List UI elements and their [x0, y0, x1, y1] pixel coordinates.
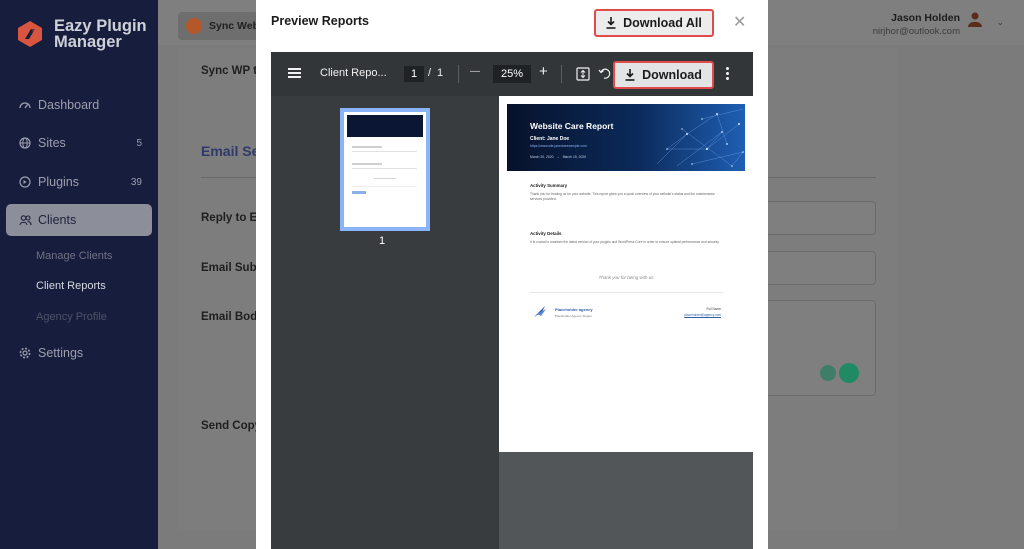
download-all-button[interactable]: Download All — [594, 9, 714, 37]
footer-divider — [530, 292, 723, 293]
sync-wp-label: Sync WP to — [201, 65, 265, 77]
contact-email: placeholder@agency.com — [684, 313, 721, 317]
pdf-toolbar: Client Repo... 1 / 1 — 25% + Download — [271, 52, 753, 96]
grammarly-icon[interactable] — [839, 363, 859, 383]
plugins-count: 39 — [130, 176, 142, 188]
report-url: https://www.site.janedoeexample.com — [530, 144, 587, 148]
sidebar-item-label: Plugins — [38, 175, 79, 189]
download-button[interactable]: Download — [613, 61, 714, 89]
email-subject-field[interactable] — [760, 251, 876, 285]
page-canvas: Website Care Report Client: Jane Doe htt… — [499, 96, 753, 549]
sites-count: 5 — [136, 137, 142, 149]
more-options-icon[interactable] — [726, 67, 730, 81]
preview-reports-modal: Preview Reports Download All ✕ Client Re… — [256, 0, 768, 549]
zoom-out-button[interactable]: — — [470, 66, 480, 77]
date-from: March 20, 2020 — [530, 155, 554, 159]
dashboard-icon — [18, 98, 32, 112]
agency-logo-icon — [532, 303, 548, 319]
download-label: Download — [642, 68, 702, 82]
email-settings-heading: Email Se — [201, 143, 260, 159]
close-icon[interactable]: ✕ — [733, 12, 746, 32]
modal-title: Preview Reports — [271, 14, 369, 28]
sync-icon — [186, 18, 202, 34]
page-thumbnail[interactable] — [340, 108, 430, 231]
sidebar: Eazy Plugin Manager Dashboard Sites 5 Pl… — [0, 0, 158, 549]
agency-slogan: Placeholder Agency Slogan — [555, 314, 592, 318]
sidebar-item-label: Settings — [38, 346, 84, 360]
thumbnail-hero — [347, 115, 423, 137]
page-total: 1 — [437, 67, 444, 79]
fit-page-icon[interactable] — [576, 67, 590, 81]
brand-logo[interactable]: Eazy Plugin Manager — [16, 18, 147, 50]
contact-name: Full Name — [706, 307, 721, 311]
sidebar-item-label: Clients — [38, 213, 77, 227]
zoom-in-button[interactable]: + — [539, 63, 548, 80]
plugin-icon — [18, 175, 32, 189]
activity-summary-body: Thank you for trusting us for your websi… — [530, 192, 715, 201]
menu-icon[interactable] — [288, 68, 301, 78]
brand-line-1: Eazy Plugin — [54, 17, 147, 35]
activity-summary-title: Activity Summary — [530, 183, 568, 188]
toolbar-divider — [458, 65, 459, 83]
avatar[interactable] — [966, 10, 984, 28]
user-name: Jason Holden — [891, 12, 960, 24]
brand-line-2: Manager — [54, 33, 122, 51]
sidebar-item-label: Sites — [38, 136, 66, 150]
sidebar-subitem-agency-profile[interactable]: Agency Profile — [36, 311, 107, 323]
activity-details-title: Activity Details — [530, 231, 562, 236]
document-title: Client Repo... — [320, 67, 387, 79]
sidebar-subitem-client-reports[interactable]: Client Reports — [36, 280, 106, 292]
page-number-input[interactable]: 1 — [404, 66, 424, 82]
divider — [201, 177, 256, 178]
sidebar-subitem-manage-clients[interactable]: Manage Clients — [36, 250, 112, 262]
thumbnail-page-number: 1 — [379, 235, 386, 247]
reply-to-email-field[interactable] — [760, 201, 876, 235]
date-to: March 15, 2020 — [562, 155, 587, 159]
user-email: nirjhor@outlook.com — [872, 26, 960, 37]
globe-icon — [18, 136, 32, 150]
download-all-label: Download All — [623, 16, 702, 30]
zoom-input[interactable]: 25% — [493, 65, 531, 83]
email-body-field[interactable] — [760, 300, 876, 396]
thumbnail-panel: 1 — [271, 96, 499, 549]
sidebar-item-settings[interactable]: Settings — [6, 337, 152, 369]
sidebar-item-dashboard[interactable]: Dashboard — [6, 89, 152, 121]
pdf-viewer: Client Repo... 1 / 1 — 25% + Download 1 … — [271, 52, 753, 549]
logo-icon — [16, 20, 44, 48]
download-icon — [625, 69, 635, 81]
lightbulb-icon[interactable] — [820, 365, 836, 381]
user-menu[interactable]: Jason Holden nirjhor@outlook.com ⌄ — [873, 12, 1004, 37]
report-client: Client: Jane Doe — [530, 136, 570, 142]
report-title: Website Care Report — [530, 121, 614, 131]
activity-details-body: It is crucial to maintain the latest ver… — [530, 240, 720, 244]
report-hero-banner: Website Care Report Client: Jane Doe htt… — [507, 104, 745, 171]
email-body-label: Email Body — [201, 311, 264, 323]
thanks-message: Thank you for being with us — [598, 275, 654, 280]
chevron-down-icon[interactable]: ⌄ — [996, 17, 1004, 28]
sync-website-button[interactable]: Sync Website — [178, 12, 258, 40]
agency-name: Placeholder agency — [555, 307, 593, 312]
send-copy-label: Send Copy — [201, 420, 262, 432]
pdf-page: Website Care Report Client: Jane Doe htt… — [499, 96, 753, 452]
download-icon — [606, 17, 616, 29]
sync-website-label: Sync Website — [209, 20, 258, 32]
rotate-icon[interactable] — [598, 66, 612, 80]
sidebar-item-clients[interactable]: Clients — [6, 204, 152, 236]
sidebar-item-label: Dashboard — [38, 98, 100, 112]
sidebar-item-sites[interactable]: Sites 5 — [6, 127, 152, 159]
report-dates: March 20, 2020 → March 15, 2020 — [530, 155, 587, 159]
users-icon — [18, 213, 32, 227]
toolbar-divider — [561, 65, 562, 83]
divider — [768, 177, 876, 178]
page-separator: / — [428, 67, 432, 79]
gear-icon — [18, 346, 32, 360]
sidebar-item-plugins[interactable]: Plugins 39 — [6, 166, 152, 198]
